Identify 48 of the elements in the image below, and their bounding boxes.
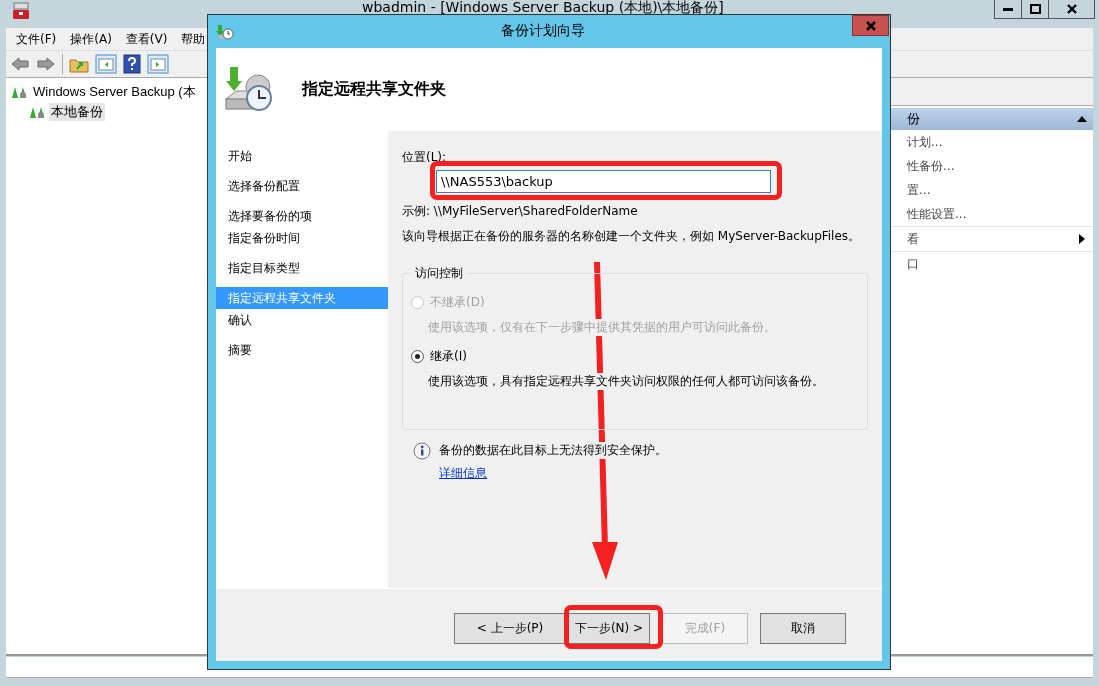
menu-item[interactable]: 文件(F)	[16, 30, 57, 48]
location-field[interactable]: \\NAS553\backup	[436, 170, 771, 193]
collapse-caret-icon	[1077, 115, 1087, 123]
tree-item[interactable]: 本地备份	[49, 103, 105, 121]
action-item[interactable]: 口	[907, 255, 919, 273]
wizard-button[interactable]: 取消	[760, 612, 846, 644]
forward-arrow-icon[interactable]	[36, 55, 56, 73]
step-item[interactable]: 开始	[216, 145, 388, 167]
info-icon	[413, 442, 431, 460]
action-item[interactable]: 置...	[907, 181, 931, 199]
radio-button[interactable]	[411, 350, 424, 363]
step-item[interactable]: 确认	[216, 309, 388, 331]
action-item[interactable]: 性备份...	[907, 157, 955, 175]
menu-item[interactable]: 操作(A)	[70, 30, 112, 48]
wizard-icon	[216, 23, 234, 40]
option-label: 继承(I)	[430, 348, 467, 365]
wizard-button[interactable]: 下一步(N) >	[568, 612, 650, 644]
show-pane-icon[interactable]	[95, 54, 117, 74]
option-label: 不继承(D)	[430, 294, 485, 311]
dialog-title: 备份计划向导	[500, 22, 586, 40]
field-label: 位置(L):	[402, 149, 447, 166]
action-pane-icon[interactable]	[147, 54, 169, 74]
submenu-arrow-icon	[1079, 234, 1085, 244]
help-icon[interactable]	[123, 54, 141, 74]
toolbox-icon	[12, 2, 30, 20]
page-heading: 指定远程共享文件夹	[302, 79, 446, 100]
close-icon	[864, 19, 877, 32]
wizard-button[interactable]: < 上一步(P)	[454, 612, 566, 644]
back-arrow-icon[interactable]	[10, 55, 30, 73]
details-link[interactable]: 详细信息	[439, 465, 487, 482]
step-item[interactable]: 指定目标类型	[216, 257, 388, 279]
example-text: 示例: \\MyFileServer\SharedFolderName	[402, 203, 638, 220]
step-item[interactable]: 选择要备份的项	[216, 205, 388, 227]
step-item[interactable]: 摘要	[216, 339, 388, 361]
menu-item[interactable]: 帮助	[181, 30, 206, 48]
minimize-icon	[1003, 7, 1013, 11]
menu-item[interactable]: 查看(V)	[125, 30, 168, 48]
action-item[interactable]: 看	[907, 230, 919, 248]
maximize-icon	[1029, 3, 1041, 15]
action-item[interactable]: 性能设置...	[907, 205, 967, 223]
window-title: wbadmin - [Windows Server Backup (本地)\本地备份]	[362, 0, 724, 14]
group-legend: 访问控制	[411, 265, 467, 282]
close-icon	[1065, 3, 1078, 15]
header-label: 份	[907, 110, 920, 128]
step-item[interactable]: 选择备份配置	[216, 175, 388, 197]
tree-item[interactable]: Windows Server Backup (本	[31, 83, 198, 101]
step-item[interactable]: 指定备份时间	[216, 227, 388, 249]
action-item[interactable]: 计划...	[907, 133, 943, 151]
